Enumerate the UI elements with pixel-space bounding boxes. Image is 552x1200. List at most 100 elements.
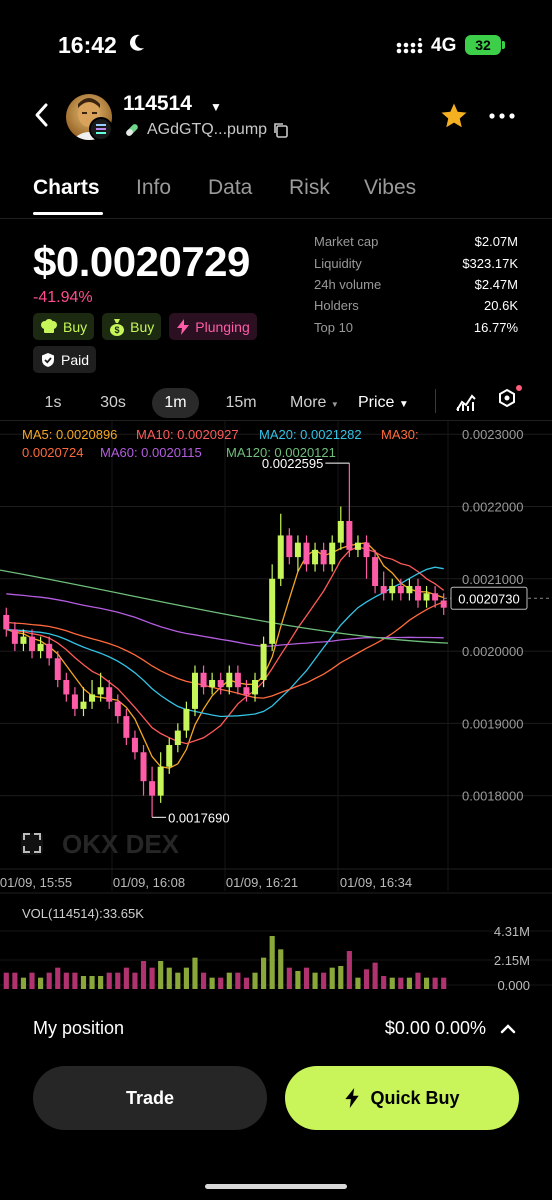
tag-plunging[interactable]: Plunging: [169, 313, 257, 340]
copy-icon[interactable]: [272, 121, 290, 139]
tab-charts[interactable]: Charts: [33, 176, 100, 200]
volume-bar: [175, 972, 181, 989]
chevron-up-icon[interactable]: [500, 1022, 516, 1036]
candle-body: [303, 542, 310, 565]
favorite-star-icon[interactable]: [439, 101, 469, 131]
volume-bar: [372, 962, 378, 989]
candle-body: [389, 586, 396, 594]
lightning-icon: [177, 318, 190, 335]
status-time: 16:42: [58, 32, 117, 58]
candle-body: [320, 549, 327, 565]
caret-down-icon: ▼: [398, 399, 409, 410]
ma120-legend: MA120: 0.0020121: [226, 445, 336, 460]
current-price: $0.0020729: [33, 238, 250, 285]
candle-body: [432, 593, 439, 601]
position-value: $0.00 0.00%: [384, 1018, 486, 1038]
timeframe-1m[interactable]: 1m: [152, 388, 199, 418]
solana-chain-badge: [89, 117, 113, 141]
x-tick-label: 01/09, 15:55: [0, 875, 72, 890]
more-options-icon[interactable]: [489, 113, 515, 119]
stat-value-top10: 16.77%: [473, 320, 518, 335]
candle-body: [252, 679, 259, 695]
volume-bar: [12, 972, 18, 989]
y-tick-label: 0.0019000: [462, 716, 523, 731]
battery-tip: [502, 41, 505, 49]
timeframe-more[interactable]: More ▼: [290, 388, 350, 418]
volume-bar: [252, 972, 258, 989]
tag-chef-buy[interactable]: Buy: [33, 313, 95, 340]
shield-icon: [42, 352, 54, 367]
volume-bar: [183, 967, 189, 989]
stat-label-top10: Top 10: [314, 320, 354, 335]
expand-icon[interactable]: [21, 833, 43, 855]
divider: [435, 389, 436, 413]
candle-body: [71, 694, 78, 709]
candle-body: [174, 730, 181, 746]
tab-vibes[interactable]: Vibes: [364, 176, 416, 200]
tab-info[interactable]: Info: [136, 176, 171, 200]
tag-money-buy[interactable]: $ Buy: [102, 313, 162, 340]
price-chart[interactable]: 0.0023000 0.0022000 0.0021000 0.0020000 0.00…: [0, 421, 552, 1001]
timeframe-1s[interactable]: 1s: [33, 388, 73, 418]
back-arrow-icon[interactable]: [30, 100, 54, 130]
stat-label-market-cap: Market cap: [314, 234, 379, 249]
y-tick-label: 0.0021000: [462, 572, 523, 587]
last-price-label: 0.0020730: [458, 591, 519, 606]
volume-tick-label: 4.31M: [494, 924, 530, 939]
y-tick-label: 0.0023000: [462, 427, 523, 442]
money-bag-icon: $: [110, 318, 125, 336]
trade-button-label: Trade: [125, 1087, 175, 1108]
volume-bar: [29, 972, 35, 989]
indicator-chart-icon[interactable]: [454, 390, 478, 414]
candle-body: [200, 672, 207, 688]
volume-label: VOL(114514):33.65K: [22, 906, 144, 921]
ma30-value: 0.0020724: [22, 445, 83, 460]
candle-body: [277, 535, 284, 579]
candle-body: [54, 658, 61, 680]
volume-bar: [123, 967, 129, 989]
volume-bar: [115, 972, 121, 989]
settings-hexagon-icon[interactable]: [494, 384, 524, 414]
stat-label-volume: 24h volume: [314, 277, 382, 292]
candle-body: [286, 535, 293, 558]
tag-label: Buy: [63, 318, 88, 335]
price-mode-select[interactable]: Price ▼: [358, 388, 418, 418]
x-tick-label: 01/09, 16:34: [340, 875, 412, 890]
timeframe-more-label: More: [290, 394, 327, 411]
divider: [0, 218, 552, 219]
token-address-row[interactable]: AGdGTQ...pump: [123, 121, 290, 139]
battery-indicator: 32: [465, 35, 501, 55]
tab-data[interactable]: Data: [208, 176, 252, 200]
volume-bar: [423, 977, 430, 989]
stat-value-market-cap: $2.07M: [474, 234, 518, 249]
position-label[interactable]: My position: [33, 1018, 124, 1039]
tab-risk[interactable]: Risk: [289, 176, 330, 200]
stat-label-liquidity: Liquidity: [314, 256, 362, 271]
price-change: -41.94%: [33, 289, 93, 306]
x-tick-label: 01/09, 16:21: [226, 875, 298, 890]
volume-bar: [261, 957, 267, 989]
volume-bar: [269, 936, 275, 989]
home-indicator: [205, 1184, 347, 1189]
candle-body: [346, 520, 353, 550]
volume-bar: [218, 977, 224, 989]
caret-down-icon[interactable]: ▼: [210, 100, 222, 114]
token-address: AGdGTQ...pump: [147, 121, 268, 138]
volume-bar: [72, 972, 78, 989]
volume-bar: [243, 977, 250, 989]
candle-body: [380, 586, 387, 594]
y-tick-label: 0.0020000: [462, 644, 523, 659]
tag-paid[interactable]: Paid: [33, 346, 97, 373]
candle-body: [354, 542, 361, 550]
trade-button[interactable]: Trade: [33, 1066, 267, 1130]
volume-bar: [441, 977, 447, 989]
stat-value-volume: $2.47M: [474, 277, 518, 292]
x-tick-label: 01/09, 16:08: [113, 875, 185, 890]
quick-buy-button[interactable]: Quick Buy: [285, 1066, 519, 1130]
timeframe-15m[interactable]: 15m: [220, 388, 262, 418]
volume-bar: [278, 949, 284, 989]
token-name[interactable]: 114514: [123, 92, 192, 116]
candle-body: [191, 672, 198, 709]
timeframe-30s[interactable]: 30s: [93, 388, 133, 418]
candle-body: [166, 745, 173, 767]
